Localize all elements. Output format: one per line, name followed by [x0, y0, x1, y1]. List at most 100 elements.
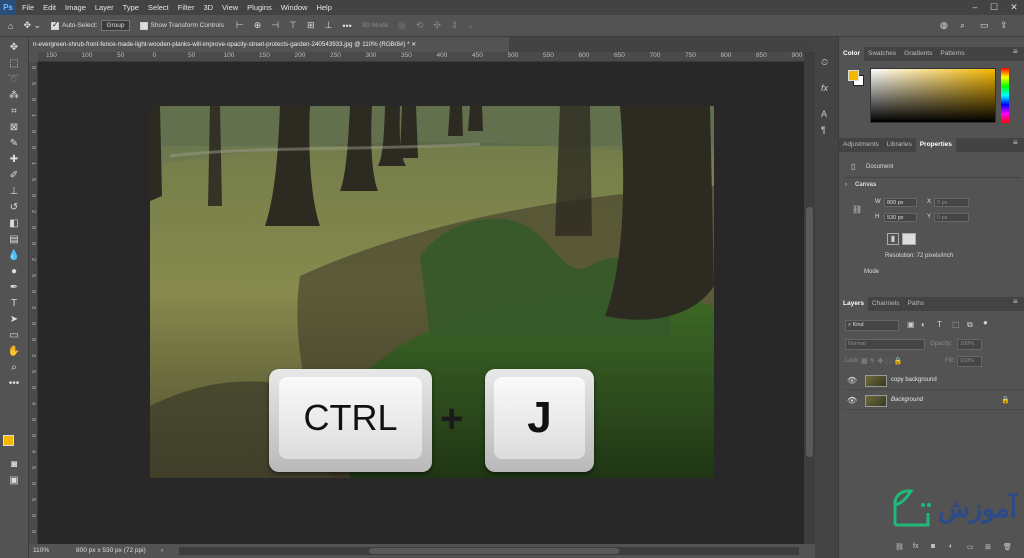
layers-menu-icon[interactable]: ≡ — [1013, 297, 1018, 306]
document-info[interactable]: 800 px x 530 px (72 ppi) — [76, 547, 146, 554]
filter-toggle-icon[interactable]: ● — [983, 318, 988, 327]
menu-view[interactable]: View — [222, 3, 238, 12]
layer-row[interactable]: 👁 Background 🔒 — [843, 392, 1023, 410]
new-group-icon[interactable]: ▭ — [967, 543, 974, 551]
dodge-tool-icon[interactable]: ● — [4, 264, 24, 280]
zoom-tool-icon[interactable]: ⌕ — [4, 360, 24, 376]
pen-tool-icon[interactable]: ✒ — [4, 280, 24, 296]
screen-mode-icon[interactable]: ▣ — [4, 473, 24, 489]
menu-filter[interactable]: Filter — [178, 3, 195, 12]
visibility-eye-icon[interactable]: 👁 — [847, 396, 857, 405]
gradient-tool-icon[interactable]: ▤ — [4, 232, 24, 248]
hand-tool-icon[interactable]: ✋ — [4, 344, 24, 360]
visibility-eye-icon[interactable]: 👁 — [847, 376, 857, 385]
document-tab[interactable]: n-evergreen-shrub-front-fence-made-light… — [29, 37, 509, 52]
minimize-button[interactable]: – — [966, 0, 984, 15]
magic-wand-tool-icon[interactable]: ⁂ — [4, 88, 24, 104]
portrait-orientation-icon[interactable]: ▮ — [887, 233, 899, 245]
new-layer-icon[interactable]: ⊞ — [985, 543, 991, 551]
menu-select[interactable]: Select — [148, 3, 169, 12]
maximize-button[interactable]: ☐ — [985, 0, 1003, 15]
tab-libraries[interactable]: Libraries — [883, 138, 916, 152]
color-picker-field[interactable] — [870, 68, 996, 123]
height-field[interactable]: 530 px — [884, 213, 917, 222]
home-icon[interactable]: ⌂ — [8, 21, 13, 31]
tab-paths[interactable]: Paths — [903, 297, 928, 311]
eyedropper-tool-icon[interactable]: ✎ — [4, 136, 24, 152]
filter-type-icon[interactable]: T — [937, 320, 942, 329]
menu-help[interactable]: Help — [316, 3, 331, 12]
width-field[interactable]: 800 px — [884, 198, 917, 207]
filter-adjustment-icon[interactable]: ◐ — [921, 320, 926, 329]
move-tool-icon[interactable]: ✥ — [4, 40, 24, 56]
tab-layers[interactable]: Layers — [839, 297, 868, 311]
filter-pixel-icon[interactable]: ▣ — [907, 320, 915, 329]
layer-row[interactable]: 👁 copy background — [843, 372, 1023, 390]
landscape-orientation-icon[interactable] — [902, 233, 916, 245]
menu-image[interactable]: Image — [65, 3, 86, 12]
menu-layer[interactable]: Layer — [95, 3, 114, 12]
menu-3d[interactable]: 3D — [203, 3, 213, 12]
link-layers-icon[interactable]: ⛓ — [895, 543, 904, 551]
x-field[interactable]: 0 px — [934, 198, 969, 207]
type-tool-icon[interactable]: T — [4, 296, 24, 312]
blend-mode-dropdown[interactable]: Normal — [845, 339, 925, 350]
menu-type[interactable]: Type — [123, 3, 139, 12]
lasso-tool-icon[interactable]: ➰ — [4, 72, 24, 88]
properties-menu-icon[interactable]: ≡ — [1013, 138, 1018, 147]
blur-tool-icon[interactable]: 💧 — [4, 248, 24, 264]
workspace-icon[interactable]: ▭ — [980, 20, 989, 31]
align-center-icon[interactable]: ⊕ — [254, 20, 262, 31]
align-middle-icon[interactable]: ⊞ — [307, 20, 315, 31]
clone-stamp-tool-icon[interactable]: ⊥ — [4, 184, 24, 200]
zoom-level[interactable]: 110% — [33, 547, 49, 554]
vertical-scrollbar[interactable] — [804, 52, 815, 544]
menu-plugins[interactable]: Plugins — [247, 3, 272, 12]
layer-name[interactable]: copy background — [891, 377, 937, 383]
tab-color[interactable]: Color — [839, 47, 864, 61]
quick-mask-icon[interactable]: ◙ — [4, 457, 24, 473]
canvas-collapse-icon[interactable]: › — [845, 182, 847, 188]
auto-select-dropdown[interactable]: Group — [101, 20, 130, 31]
hue-slider[interactable] — [1001, 68, 1009, 123]
path-selection-tool-icon[interactable]: ➤ — [4, 312, 24, 328]
move-tool-preset-icon[interactable]: ✥ ⌄ — [23, 20, 41, 31]
close-tab-icon[interactable]: ✕ — [411, 41, 416, 48]
3d-orbit-icon[interactable]: ◎ — [398, 20, 406, 31]
share-icon[interactable]: ◍ — [940, 20, 948, 31]
foreground-color-swatch[interactable] — [3, 435, 14, 446]
add-mask-icon[interactable]: ◙ — [931, 543, 935, 550]
shape-tool-icon[interactable]: ▭ — [4, 328, 24, 344]
3d-scale-icon[interactable]: ▫ — [468, 21, 471, 31]
filter-shape-icon[interactable]: ⬚ — [952, 320, 960, 329]
show-transform-checkbox[interactable] — [139, 21, 148, 30]
new-adjustment-layer-icon[interactable]: ◐ — [949, 543, 953, 550]
frame-tool-icon[interactable]: ⊠ — [4, 120, 24, 136]
horizontal-scrollbar[interactable] — [179, 547, 799, 555]
layer-kind-filter[interactable]: ⌕ Kind — [845, 320, 899, 331]
close-window-button[interactable]: ✕ — [1005, 0, 1023, 15]
auto-select-checkbox[interactable] — [51, 20, 60, 30]
scrollbar-thumb[interactable] — [806, 207, 813, 457]
filter-smart-object-icon[interactable]: ⧉ — [967, 320, 973, 330]
fill-field[interactable]: 100% — [957, 356, 982, 367]
menu-edit[interactable]: Edit — [43, 3, 56, 12]
opacity-field[interactable]: 100% — [957, 339, 982, 350]
fx-panel-icon[interactable]: fx — [821, 83, 828, 93]
document-canvas-image[interactable] — [150, 106, 714, 478]
lock-options-icons[interactable]: ▦ ✎ ✥ ⬚ 🔒 — [861, 357, 902, 365]
crop-tool-icon[interactable]: ⌗ — [4, 104, 24, 120]
eraser-tool-icon[interactable]: ◧ — [4, 216, 24, 232]
edit-toolbar-icon[interactable]: ••• — [4, 376, 24, 392]
share-export-icon[interactable]: ⇪ — [1000, 20, 1008, 31]
y-field[interactable]: 0 px — [934, 213, 969, 222]
tab-gradients[interactable]: Gradients — [900, 47, 936, 61]
paragraph-panel-icon[interactable]: ¶ — [821, 125, 826, 135]
history-panel-icon[interactable]: ⏲ — [821, 57, 828, 68]
color-foreground-swatch[interactable] — [848, 70, 859, 81]
link-dimensions-icon[interactable]: ⛓ — [852, 205, 862, 214]
history-brush-tool-icon[interactable]: ↺ — [4, 200, 24, 216]
align-bottom-icon[interactable]: ⊥ — [325, 20, 333, 31]
marquee-tool-icon[interactable]: ⬚ — [4, 56, 24, 72]
delete-layer-icon[interactable]: 🗑 — [1003, 543, 1012, 551]
